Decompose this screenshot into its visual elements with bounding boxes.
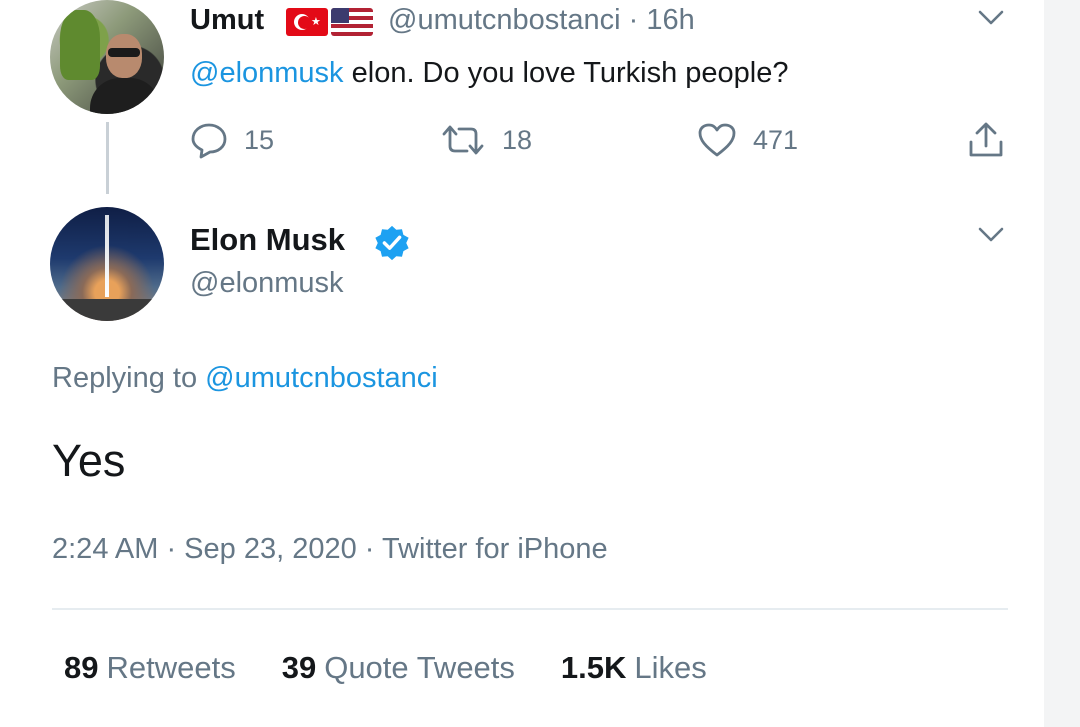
avatar-ground [50, 299, 164, 321]
retweet-count: 18 [502, 124, 533, 155]
tweet-timestamp[interactable]: 2:24 AM · Sep 23, 2020 · Twitter for iPh… [52, 533, 608, 566]
main-tweet-text: Yes [52, 435, 126, 486]
right-edge-strip [1044, 0, 1080, 727]
parent-handle-time: @umutcnbostanci · 16h [388, 4, 695, 37]
like-button[interactable]: 471 [697, 120, 798, 160]
replying-prefix: Replying to [52, 362, 206, 394]
chevron-down-icon[interactable] [978, 227, 1004, 243]
main-handle[interactable]: @elonmusk [190, 267, 344, 300]
share-upload-icon [969, 122, 1003, 157]
reply-count: 15 [244, 124, 275, 155]
mention-link[interactable]: @elonmusk [190, 57, 344, 89]
tweet-detail-screen: Umut ★ @umutcnbostanci · 16h @elonmusk e… [0, 0, 1080, 727]
turkey-flag-icon: ★ [286, 8, 328, 36]
likes-stat[interactable]: 1.5K Likes [561, 650, 707, 686]
divider [52, 608, 1008, 610]
usa-flag-icon [331, 8, 373, 36]
likes-count: 1.5K [560, 650, 627, 685]
parent-tweet-body: elon. Do you love Turkish people? [343, 57, 789, 89]
retweet-arrows-icon [442, 125, 484, 155]
likes-label: Likes [634, 650, 707, 685]
avatar-background-tree [60, 10, 100, 80]
separator-dot: · [628, 4, 639, 36]
quote-label: Quote Tweets [324, 650, 515, 685]
replying-to-handle[interactable]: @umutcnbostanci [205, 362, 438, 394]
parent-time[interactable]: 16h [646, 4, 694, 36]
avatar-elon[interactable] [50, 207, 164, 321]
main-display-name[interactable]: Elon Musk [190, 222, 345, 258]
share-button[interactable] [966, 120, 1006, 160]
parent-tweet-text: @elonmusk elon. Do you love Turkish peop… [190, 57, 789, 90]
retweets-count: 89 [64, 650, 99, 685]
parent-handle[interactable]: @umutcnbostanci [388, 4, 621, 36]
replying-to-line: Replying to @umutcnbostanci [52, 362, 438, 395]
retweets-stat[interactable]: 89 Retweets [64, 650, 236, 686]
reply-button[interactable]: 15 [190, 120, 274, 160]
chevron-down-icon[interactable] [978, 10, 1004, 26]
speech-bubble-icon [191, 123, 227, 159]
like-count: 471 [753, 124, 799, 155]
engagement-stats: 89 Retweets 39 Quote Tweets 1.5K Likes [64, 650, 753, 686]
retweet-button[interactable]: 18 [440, 120, 532, 160]
verified-badge-icon [375, 225, 409, 261]
heart-icon [698, 123, 736, 157]
avatar-rocket [105, 215, 109, 297]
avatar-figure-body [90, 78, 160, 114]
quote-tweets-stat[interactable]: 39 Quote Tweets [282, 650, 515, 686]
avatar-sunglasses [108, 48, 140, 57]
retweets-label: Retweets [106, 650, 236, 685]
avatar-umut[interactable] [50, 0, 164, 114]
quote-count: 39 [281, 650, 317, 685]
parent-display-name[interactable]: Umut [190, 4, 264, 37]
thread-connector-line [106, 122, 109, 194]
